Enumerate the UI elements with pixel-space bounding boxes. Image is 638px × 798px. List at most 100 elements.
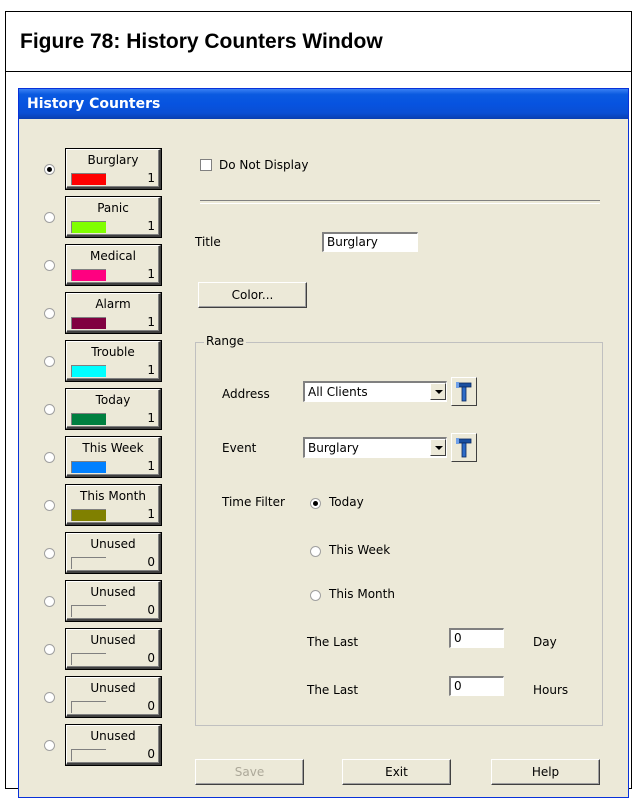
counter-count: 0: [147, 747, 155, 761]
address-label: Address: [222, 387, 270, 401]
counter-label: Unused: [90, 729, 136, 743]
counter-radio[interactable]: [44, 356, 55, 367]
last-days-input[interactable]: 0: [449, 628, 504, 648]
counter-color-swatch: [71, 269, 106, 281]
history-counters-window: History Counters Burglary 1 Panic 1 Medical 1…: [18, 88, 629, 798]
event-select[interactable]: Burglary: [303, 437, 447, 458]
counter-button[interactable]: Trouble 1: [65, 340, 162, 382]
exit-button[interactable]: Exit: [342, 759, 451, 785]
time-filter-label: Time Filter: [222, 495, 285, 509]
counter-label: Unused: [90, 537, 136, 551]
counter-color-swatch: [71, 221, 106, 233]
chevron-down-icon[interactable]: [430, 383, 446, 400]
help-button[interactable]: Help: [491, 759, 600, 785]
last-hours-unit: Hours: [533, 683, 569, 697]
counter-label: Burglary: [87, 153, 139, 167]
counter-count: 0: [147, 555, 155, 569]
counter-count: 1: [147, 267, 155, 281]
tool-icon: [456, 382, 472, 402]
window-title: History Counters: [27, 96, 161, 112]
counter-button[interactable]: Burglary 1: [65, 148, 162, 190]
counter-count: 1: [147, 363, 155, 377]
time-this-week-label: This Week: [329, 543, 391, 557]
last-days-label: The Last: [307, 635, 359, 649]
title-input[interactable]: Burglary: [322, 232, 418, 252]
counter-button[interactable]: Unused 0: [65, 580, 162, 622]
counter-radio[interactable]: [44, 452, 55, 463]
title-label: Title: [195, 235, 221, 249]
figure-title: Figure 78: History Counters Window: [20, 30, 383, 53]
counter-count: 0: [147, 651, 155, 665]
counter-color-swatch: [71, 317, 106, 329]
address-select-value: All Clients: [308, 385, 368, 399]
counter-color-swatch: [71, 749, 106, 761]
chevron-down-icon[interactable]: [430, 439, 446, 456]
counter-color-swatch: [71, 461, 106, 473]
counter-count: 1: [147, 219, 155, 233]
address-filter-button[interactable]: [451, 377, 477, 406]
counter-radio[interactable]: [44, 260, 55, 271]
counter-radio[interactable]: [44, 500, 55, 511]
counter-color-swatch: [71, 557, 106, 569]
last-hours-label: The Last: [307, 683, 359, 697]
counter-radio[interactable]: [44, 212, 55, 223]
counter-button[interactable]: Today 1: [65, 388, 162, 430]
window-titlebar[interactable]: History Counters: [19, 89, 628, 119]
counter-radio[interactable]: [44, 596, 55, 607]
counter-color-swatch: [71, 605, 106, 617]
counter-color-swatch: [71, 173, 106, 185]
event-select-value: Burglary: [308, 441, 359, 455]
counter-button[interactable]: This Week 1: [65, 436, 162, 478]
time-today-label: Today: [329, 495, 364, 509]
time-this-week-radio[interactable]: [310, 546, 321, 557]
counter-count: 1: [147, 459, 155, 473]
counter-button[interactable]: Alarm 1: [65, 292, 162, 334]
counter-label: Alarm: [95, 297, 131, 311]
last-hours-input[interactable]: 0: [449, 676, 504, 696]
time-this-month-radio[interactable]: [310, 590, 321, 601]
counter-label: Unused: [90, 633, 136, 647]
address-select[interactable]: All Clients: [303, 381, 447, 402]
counter-color-swatch: [71, 413, 106, 425]
counter-color-swatch: [71, 701, 106, 713]
counter-radio[interactable]: [44, 164, 55, 175]
counter-radio[interactable]: [44, 740, 55, 751]
counter-button[interactable]: Unused 0: [65, 628, 162, 670]
last-days-unit: Day: [533, 635, 557, 649]
counter-radio[interactable]: [44, 548, 55, 559]
counter-label: Unused: [90, 681, 136, 695]
counter-button[interactable]: Medical 1: [65, 244, 162, 286]
tool-icon: [456, 438, 472, 458]
counter-button[interactable]: Unused 0: [65, 724, 162, 766]
event-filter-button[interactable]: [451, 433, 477, 462]
color-button[interactable]: Color...: [198, 282, 307, 308]
counter-radio[interactable]: [44, 644, 55, 655]
do-not-display-checkbox[interactable]: [200, 159, 212, 171]
counter-label: Trouble: [91, 345, 135, 359]
save-button[interactable]: Save: [195, 759, 304, 785]
counter-label: Unused: [90, 585, 136, 599]
figure-caption: Figure 78: History Counters Window: [6, 12, 631, 72]
range-legend: Range: [204, 334, 247, 348]
counter-label: Today: [95, 393, 131, 407]
counter-count: 1: [147, 171, 155, 185]
counter-label: This Week: [82, 441, 144, 455]
time-this-month-label: This Month: [329, 587, 395, 601]
counter-radio[interactable]: [44, 692, 55, 703]
counter-button[interactable]: Unused 0: [65, 676, 162, 718]
counter-radio[interactable]: [44, 404, 55, 415]
counter-label: This Month: [80, 489, 146, 503]
counter-radio[interactable]: [44, 308, 55, 319]
counter-count: 0: [147, 603, 155, 617]
counter-button[interactable]: Unused 0: [65, 532, 162, 574]
counter-count: 1: [147, 411, 155, 425]
counter-button[interactable]: Panic 1: [65, 196, 162, 238]
counter-label: Medical: [90, 249, 136, 263]
event-label: Event: [222, 441, 257, 455]
counter-button[interactable]: This Month 1: [65, 484, 162, 526]
time-today-radio[interactable]: [310, 498, 321, 509]
counter-count: 0: [147, 699, 155, 713]
counter-count: 1: [147, 507, 155, 521]
counter-color-swatch: [71, 653, 106, 665]
counter-label: Panic: [97, 201, 129, 215]
